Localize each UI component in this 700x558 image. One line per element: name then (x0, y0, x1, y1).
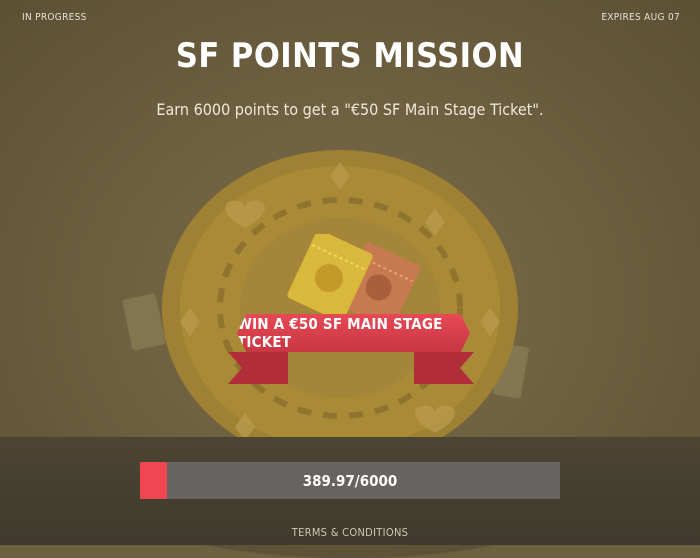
reward-banner: WIN A €50 SF MAIN STAGE TICKET (237, 314, 470, 352)
terms-link[interactable]: TERMS & CONDITIONS (0, 526, 700, 539)
mission-progress-bar: 389.97/6000 (140, 462, 560, 499)
expiry-date: EXPIRES AUG 07 (601, 12, 680, 23)
mission-description: Earn 6000 points to get a "€50 SF Main S… (156, 100, 544, 119)
mission-status: IN PROGRESS (22, 12, 87, 23)
ticket-icon (287, 234, 421, 324)
progress-label: 389.97/6000 (302, 471, 398, 490)
reward-banner-label: WIN A €50 SF MAIN STAGE TICKET (237, 315, 443, 351)
page-title: SF POINTS MISSION (175, 36, 525, 76)
